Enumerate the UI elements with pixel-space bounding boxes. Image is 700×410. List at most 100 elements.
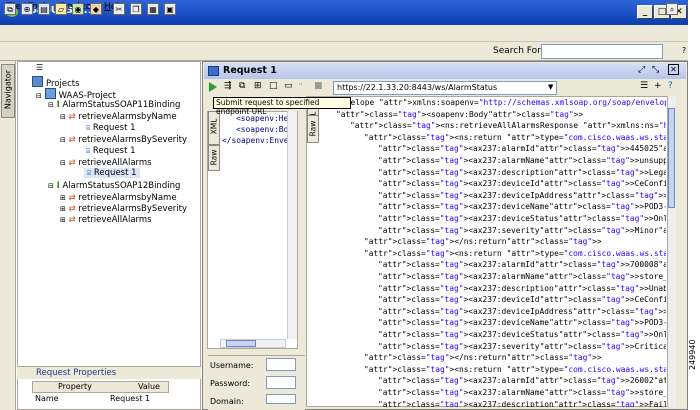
dock-icon[interactable]: ⤡ <box>652 65 659 75</box>
property-column-label[interactable]: Property <box>58 382 92 391</box>
chevron-down-icon[interactable]: ▼ <box>548 83 553 91</box>
response-line: "attr">class="tag"><soapenv:Body"attr">c… <box>336 109 584 119</box>
paste-icon[interactable]: ▦ <box>147 3 159 15</box>
delete-icon[interactable]: ▣ <box>164 3 176 15</box>
request-window-icon <box>208 66 219 76</box>
format-icon[interactable]: ⊞ <box>254 81 262 91</box>
response-line: "attr">class="tag"><ax237:alarmId"attr">… <box>378 376 666 386</box>
encoding-icon[interactable]: ⁿ <box>299 81 302 90</box>
response-scroll-thumb[interactable] <box>668 108 675 208</box>
tree-item-op-alarms-by-name[interactable]: ⊟ ⇄ retrieveAlarmsbyName <box>60 112 177 122</box>
help-icon[interactable]: ? <box>681 45 687 57</box>
copy-icon[interactable]: ❐ <box>130 3 142 15</box>
response-line: "attr">class="tag"><ax237:deviceStatus"a… <box>378 330 666 339</box>
operation-icon: ⇄ <box>68 193 76 203</box>
interface-icon: I <box>56 181 60 191</box>
domain-field[interactable] <box>266 394 296 404</box>
request-line: <soapenv:Bo <box>236 125 289 134</box>
tree-item-request-1a[interactable]: ⌸ Request 1 <box>86 123 136 133</box>
response-line: "attr">class="tag"><ax237:alarmName"attr… <box>378 156 666 165</box>
value-column-label[interactable]: Value <box>138 382 160 391</box>
float-icon[interactable]: ⤢ <box>638 65 645 75</box>
response-line: "attr">class="tag"><ax237:deviceId"attr"… <box>378 179 666 189</box>
request-scrollbar[interactable] <box>287 111 297 339</box>
add-to-testcase-icon[interactable]: ⇶ <box>224 81 232 91</box>
request-xml-tab-label: XML <box>209 118 219 135</box>
import-project-icon[interactable]: ⊕ <box>21 3 33 15</box>
property-value-cell[interactable]: Request 1 <box>110 394 150 403</box>
submit-request-icon[interactable] <box>208 82 218 92</box>
tree-item-op-alarms-by-name-12[interactable]: ⊞ ⇄ retrieveAlarmsbyName <box>60 193 177 203</box>
operation-icon: ⇄ <box>68 215 76 225</box>
interface-icon: I <box>56 100 60 110</box>
tree-item-binding-soap11[interactable]: ⊟ I AlarmStatusSOAP11Binding <box>48 100 180 110</box>
save-all-icon[interactable]: ▤ <box>38 3 50 15</box>
project-icon <box>44 88 56 99</box>
menu-bar <box>0 25 688 42</box>
request-raw-tab-label: Raw <box>209 149 219 166</box>
options-icon[interactable]: ☰ <box>640 81 648 91</box>
request-hscroll-thumb[interactable] <box>226 340 256 347</box>
navigator-label: Navigator <box>3 69 13 110</box>
response-raw-tab-label: Raw <box>308 120 318 137</box>
property-name-cell[interactable]: Name <box>35 394 59 403</box>
response-line: "attr">class="tag"><ax237:severity"attr"… <box>378 341 666 351</box>
tree-item-op-all-alarms[interactable]: ⊟ ⇄ retrieveAllAlarms <box>60 158 152 168</box>
tree-item-op-all-alarms-12[interactable]: ⊞ ⇄ retrieveAllAlarms <box>60 215 152 225</box>
response-line: "attr">class="tag"><ns:return "attr">typ… <box>364 132 666 142</box>
search-forum-input[interactable] <box>541 44 663 59</box>
minimize-button[interactable]: _ <box>637 5 653 19</box>
tree-item-request-1c-selected[interactable]: ⌸ Request 1 <box>84 168 140 178</box>
response-line: "attr">class="tag"><ax237:alarmName"attr… <box>378 388 666 397</box>
split-icon[interactable]: □ <box>269 81 278 91</box>
collapse-all-icon[interactable]: ☰ <box>36 63 50 73</box>
response-line: "attr">class="tag"><ax237:alarmName"attr… <box>378 272 666 281</box>
response-line: "attr">class="tag"><ax237:alarmId"attr">… <box>378 144 666 154</box>
new-project-icon[interactable]: ⧉ <box>4 3 16 15</box>
response-line: "attr">class="tag"><ax237:deviceIpAddres… <box>378 190 666 200</box>
response-line: "attr">class="tag"><ax237:alarmId"attr">… <box>378 260 666 270</box>
search-icon[interactable]: ⌕ <box>666 3 678 15</box>
response-line: "attr">class="tag"><ax237:deviceName"att… <box>378 318 666 328</box>
request-editor[interactable] <box>207 111 298 349</box>
response-line: "attr">class="tag"></ns:return"attr">cla… <box>364 353 602 363</box>
close-window-icon[interactable]: ✕ <box>668 64 679 75</box>
globe-icon[interactable]: ◉ <box>72 3 84 15</box>
tabs-icon[interactable]: ▭ <box>284 81 293 91</box>
add-icon[interactable]: + <box>654 81 662 91</box>
tree-item-op-alarms-by-severity-12[interactable]: ⊞ ⇄ retrieveAlarmsBySeverity <box>60 204 187 214</box>
request-icon: ⌸ <box>86 147 91 155</box>
request-icon: ⌸ <box>86 124 91 132</box>
operation-icon: ⇄ <box>68 158 76 168</box>
stop-icon[interactable]: ■ <box>314 81 323 91</box>
username-field[interactable] <box>266 358 296 371</box>
clone-request-icon[interactable]: ⧉ <box>239 81 245 91</box>
password-field[interactable] <box>266 376 296 389</box>
response-line: "attr">class="tag"><ax237:description"at… <box>378 167 666 177</box>
domain-label: Domain: <box>210 397 244 406</box>
operation-icon: ⇄ <box>68 112 76 122</box>
tree-item-request-1b[interactable]: ⌸ Request 1 <box>86 146 136 156</box>
response-line: "attr">class="tag"></ns:return"attr">cla… <box>364 237 602 247</box>
response-line: "attr">class="tag"><ax237:deviceName"att… <box>378 202 666 212</box>
tree-item-binding-soap12[interactable]: ⊟ I AlarmStatusSOAP12Binding <box>48 181 180 191</box>
response-line: "attr">class="tag"><ax237:description"at… <box>378 283 666 293</box>
response-line: "attr">class="tag"><ax237:deviceId"attr"… <box>378 295 666 305</box>
response-xml-content: nv:Envelope "attr">xmlns:soapenv="http:/… <box>322 98 666 407</box>
cut-icon[interactable]: ✂ <box>113 3 125 15</box>
endpoint-url-select[interactable]: https://22.1.33.20:8443/ws/AlarmStatus <box>333 81 557 95</box>
projects-icon <box>32 76 43 87</box>
tree-item-op-alarms-by-severity[interactable]: ⊟ ⇄ retrieveAlarmsBySeverity <box>60 135 187 145</box>
figure-id: 249940 <box>688 339 697 370</box>
open-folder-icon[interactable]: ▱ <box>55 3 67 15</box>
preferences-icon[interactable]: ◆ <box>90 3 102 15</box>
submit-tooltip: Submit request to specified endpoint URL <box>213 97 351 116</box>
response-line: nv:Envelope "attr">xmlns:soapenv="http:/… <box>322 98 666 107</box>
help-icon[interactable]: ? <box>668 81 673 91</box>
password-label: Password: <box>210 379 251 388</box>
response-line: "attr">class="tag"><ns:retrieveAllAlarms… <box>350 121 666 131</box>
operation-icon: ⇄ <box>68 135 76 145</box>
request-properties-title: Request Properties <box>36 368 117 378</box>
response-line: "attr">class="tag"><ns:return "attr">typ… <box>364 248 666 258</box>
response-line: "attr">class="tag"><ax237:deviceIpAddres… <box>378 306 666 316</box>
